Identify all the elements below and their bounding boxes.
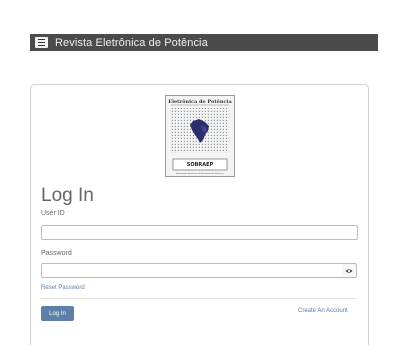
eye-glyph bbox=[345, 268, 353, 273]
logo-top-text: Eletrônica de Potência bbox=[168, 98, 232, 105]
reset-password-link[interactable]: Reset Password bbox=[41, 285, 85, 291]
password-label: Password bbox=[41, 250, 72, 257]
logo-badge-text: SOBRAEP bbox=[187, 162, 214, 168]
login-button[interactable]: Log In bbox=[41, 306, 74, 321]
journal-logo: Eletrônica de Potência SOBRAEP Associaçã… bbox=[165, 95, 235, 177]
user-id-label: User ID bbox=[41, 210, 65, 217]
logo-sub-text: Associação Brasileira de Eletrônica de P… bbox=[176, 172, 224, 175]
page-title: Log In bbox=[41, 185, 94, 206]
hamburger-icon[interactable] bbox=[35, 37, 48, 48]
hamburger-line bbox=[38, 38, 45, 41]
password-input[interactable] bbox=[41, 263, 343, 278]
top-bar: Revista Eletrônica de Potência bbox=[30, 34, 378, 51]
site-title[interactable]: Revista Eletrônica de Potência bbox=[55, 37, 208, 49]
eye-icon[interactable] bbox=[342, 263, 357, 278]
create-account-link[interactable]: Create An Account bbox=[298, 308, 348, 314]
hamburger-line bbox=[38, 41, 45, 44]
login-card: Eletrônica de Potência SOBRAEP Associaçã… bbox=[30, 84, 369, 345]
user-id-input[interactable] bbox=[41, 225, 358, 240]
hamburger-line bbox=[38, 44, 45, 47]
divider bbox=[41, 298, 357, 299]
journal-cover-image: Eletrônica de Potência SOBRAEP Associaçã… bbox=[165, 95, 235, 177]
